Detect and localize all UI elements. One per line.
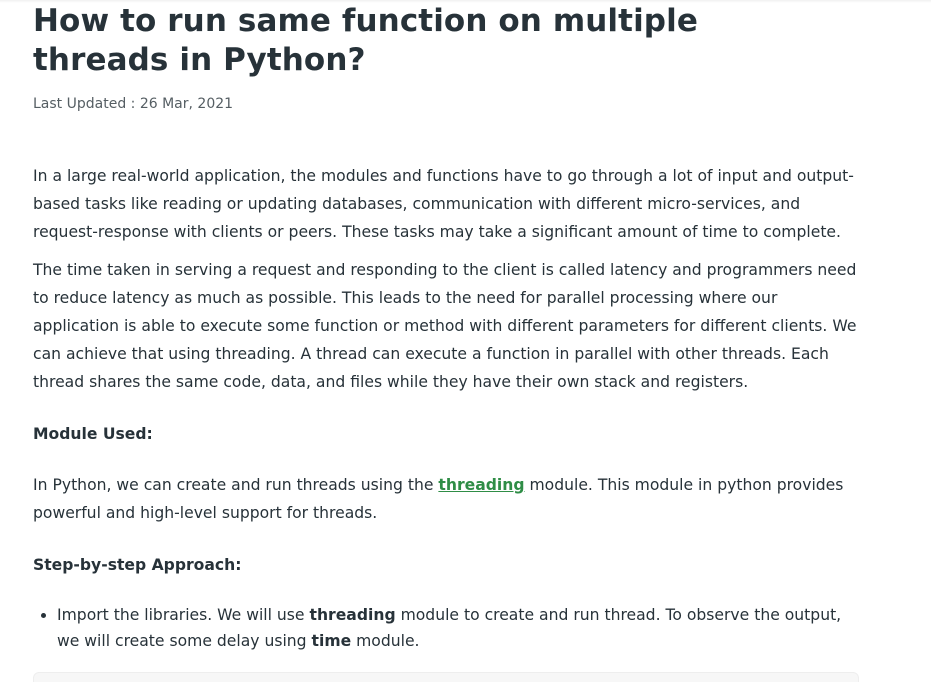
module-used-heading: Module Used: (33, 425, 153, 443)
code-block (33, 672, 859, 682)
step-text: module. (351, 632, 420, 650)
module-text-before: In Python, we can create and run threads… (33, 476, 439, 494)
module-paragraph: In Python, we can create and run threads… (33, 471, 859, 527)
last-updated-date: 26 Mar, 2021 (139, 96, 234, 112)
intro-paragraph: In a large real-world application, the m… (33, 167, 854, 241)
last-updated: Last Updated : 26 Mar, 2021 (33, 94, 859, 114)
threading-link[interactable]: threading (438, 476, 524, 494)
article-title: How to run same function on multiple thr… (33, 3, 698, 78)
list-item: Import the libraries. We will use thread… (57, 602, 859, 654)
step-text: Import the libraries. We will use (57, 606, 310, 624)
step-bold-time: time (311, 632, 352, 650)
steps-list: Import the libraries. We will use thread… (33, 602, 859, 654)
last-updated-label: Last Updated : (33, 96, 136, 112)
approach-heading: Step-by-step Approach: (33, 556, 242, 574)
latency-paragraph: The time taken in serving a request and … (33, 261, 857, 391)
step-bold-threading: threading (309, 606, 396, 624)
article: How to run same function on multiple thr… (33, 0, 859, 654)
article-body: In a large real-world application, the m… (33, 162, 859, 654)
